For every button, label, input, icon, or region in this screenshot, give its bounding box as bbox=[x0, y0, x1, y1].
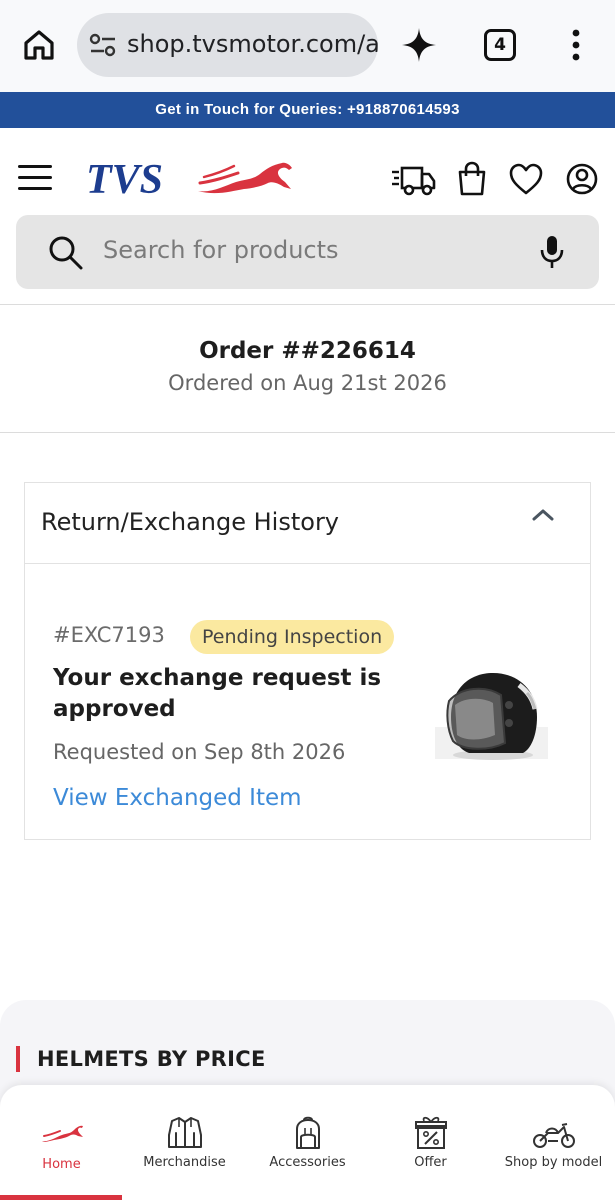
helmet-product-image[interactable] bbox=[435, 665, 548, 775]
section-accent-bar bbox=[16, 1046, 20, 1072]
browser-toolbar: shop.tvsmotor.com/app 4 bbox=[0, 0, 615, 92]
product-search[interactable]: Search for products bbox=[16, 215, 599, 289]
bottom-navigation: Home Merchandise Accessories Offer Shop … bbox=[0, 1085, 615, 1200]
divider bbox=[0, 432, 615, 433]
section-title: HELMETS BY PRICE bbox=[37, 1047, 266, 1071]
logo-text: TVS bbox=[86, 157, 163, 201]
exchange-status-message: Your exchange request is approved bbox=[53, 665, 382, 722]
nav-label: Merchandise bbox=[143, 1155, 226, 1170]
requested-date: Requested on Sep 8th 2026 bbox=[53, 740, 346, 764]
horse-icon bbox=[41, 1125, 83, 1142]
order-title: Order ##226614 bbox=[199, 338, 416, 364]
nav-offer[interactable]: Offer bbox=[369, 1085, 492, 1200]
microphone-icon[interactable] bbox=[540, 234, 564, 270]
shopping-bag-icon[interactable] bbox=[456, 160, 488, 200]
tvs-horse-logo-icon: TVS bbox=[86, 157, 292, 203]
order-date: Ordered on Aug 21st 2026 bbox=[168, 371, 447, 395]
support-banner[interactable]: Get in Touch for Queries: +918870614593 bbox=[0, 92, 615, 128]
nav-merchandise[interactable]: Merchandise bbox=[123, 1085, 246, 1200]
motorcycle-icon bbox=[532, 1123, 575, 1148]
active-tab-indicator bbox=[0, 1195, 122, 1200]
url-text: shop.tvsmotor.com/app bbox=[127, 30, 378, 58]
jacket-icon bbox=[167, 1117, 202, 1148]
nav-shop-by-model[interactable]: Shop by model bbox=[492, 1085, 615, 1200]
nav-label: Shop by model bbox=[504, 1155, 603, 1170]
history-title: Return/Exchange History bbox=[41, 508, 340, 536]
gift-percent-icon bbox=[414, 1116, 447, 1149]
backpack-icon bbox=[295, 1116, 320, 1149]
nav-label: Home bbox=[42, 1157, 81, 1172]
delivery-truck-icon[interactable] bbox=[390, 160, 436, 200]
chevron-up-icon[interactable] bbox=[528, 505, 558, 525]
site-settings-icon[interactable] bbox=[89, 33, 117, 57]
address-bar[interactable]: shop.tvsmotor.com/app bbox=[77, 13, 378, 77]
history-accordion-header[interactable]: Return/Exchange History bbox=[25, 483, 590, 564]
nav-accessories[interactable]: Accessories bbox=[246, 1085, 369, 1200]
user-account-icon[interactable] bbox=[565, 160, 599, 200]
nav-label: Offer bbox=[414, 1155, 447, 1170]
nav-label: Accessories bbox=[269, 1155, 346, 1170]
nav-home[interactable]: Home bbox=[0, 1085, 123, 1200]
search-input[interactable]: Search for products bbox=[103, 236, 339, 264]
more-options-icon[interactable] bbox=[566, 28, 586, 62]
divider bbox=[0, 304, 615, 305]
exchange-id: #EXC7193 bbox=[53, 623, 165, 647]
return-exchange-history-card: Return/Exchange History #EXC7193 Pending… bbox=[24, 482, 591, 840]
menu-icon[interactable] bbox=[18, 165, 52, 193]
status-badge: Pending Inspection bbox=[190, 620, 395, 654]
search-icon[interactable] bbox=[48, 235, 84, 271]
wishlist-heart-icon[interactable] bbox=[508, 160, 544, 200]
home-icon[interactable] bbox=[20, 26, 58, 64]
tab-switcher-button[interactable]: 4 bbox=[484, 29, 516, 61]
sparkle-icon[interactable] bbox=[400, 26, 438, 64]
tvs-logo[interactable]: TVS bbox=[86, 155, 296, 203]
view-exchanged-item-link[interactable]: View Exchanged Item bbox=[53, 785, 302, 811]
